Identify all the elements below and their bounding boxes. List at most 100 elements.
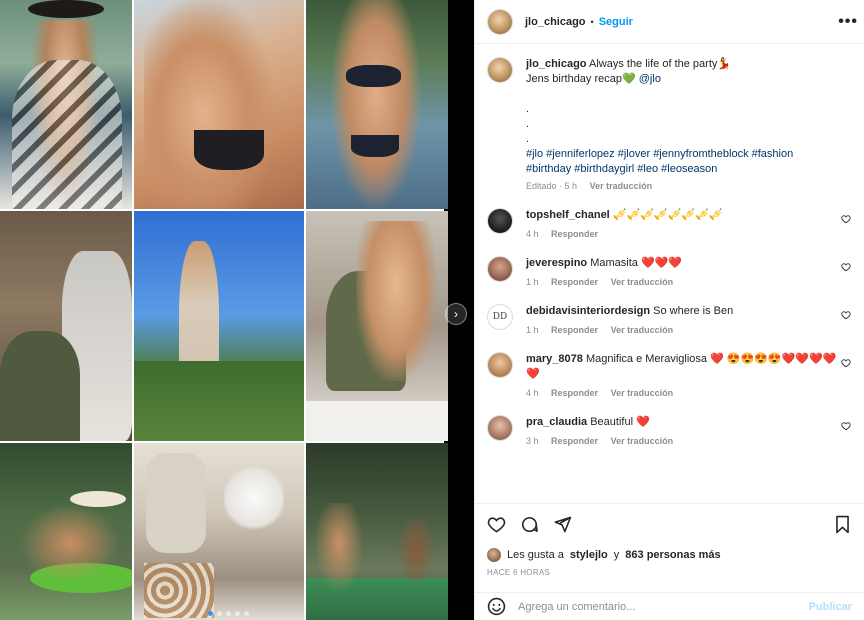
photo-7 <box>0 443 132 620</box>
comment-username[interactable]: mary_8078 <box>526 353 583 365</box>
caption-line2: Jens birthday recap💚 <box>526 73 636 85</box>
caption: jlo_chicago Always the life of the party… <box>487 57 852 191</box>
likes-summary: Les gusta a stylejlo y 863 personas más <box>487 548 721 562</box>
post-time-ago: HACE 6 HORAS <box>487 568 551 577</box>
translate-button[interactable]: Ver traducción <box>611 325 674 335</box>
commenter-avatar[interactable] <box>487 256 513 282</box>
comment: pra_claudia Beautiful ❤️ 3 h Responder V… <box>487 415 852 446</box>
share-icon[interactable] <box>553 515 572 534</box>
comment-body: pra_claudia Beautiful ❤️ <box>526 415 841 430</box>
comment-text: 🎺🎺🎺🎺🎺🎺🎺🎺 <box>612 209 723 221</box>
comment-username[interactable]: jeverespino <box>526 257 587 269</box>
liker-avatar[interactable] <box>487 548 501 562</box>
comments-list[interactable]: jlo_chicago Always the life of the party… <box>475 45 864 516</box>
photo-collage <box>0 0 448 620</box>
comment-time: 1 h <box>526 325 539 335</box>
caption-avatar[interactable] <box>487 57 513 83</box>
commenter-avatar[interactable]: DD <box>487 304 513 330</box>
photo-3 <box>306 0 448 209</box>
likes-connector: y <box>613 549 620 561</box>
chevron-right-icon: › <box>454 307 458 321</box>
comment-input[interactable] <box>518 600 809 613</box>
photo-5 <box>134 211 304 441</box>
translate-button[interactable]: Ver traducción <box>611 436 674 446</box>
photo-9 <box>306 443 448 620</box>
commenter-avatar[interactable] <box>487 352 513 378</box>
comment-time: 4 h <box>526 388 539 398</box>
carousel-indicator <box>208 611 249 616</box>
comment-meta: 1 h Responder Ver traducción <box>526 325 841 335</box>
reply-button[interactable]: Responder <box>551 229 598 239</box>
liker-username[interactable]: stylejlo <box>570 549 608 561</box>
hashtags-line[interactable]: #jlo #jenniferlopez #jlover #jennyfromth… <box>526 148 793 160</box>
caption-dot: . <box>526 103 530 115</box>
publish-button[interactable]: Publicar <box>809 601 852 613</box>
translate-button[interactable]: Ver traducción <box>611 277 674 287</box>
caption-username[interactable]: jlo_chicago <box>526 58 587 70</box>
post-actions <box>475 503 864 545</box>
hashtags-line[interactable]: #birthday #birthdaygirl #leo #leoseason <box>526 163 717 175</box>
translate-button[interactable]: Ver traducción <box>611 388 674 398</box>
comment: DD debidavisinteriordesign So where is B… <box>487 304 852 335</box>
caption-line1: Always the life of the party💃 <box>588 58 732 70</box>
likes-count[interactable]: 863 personas más <box>625 549 720 561</box>
reply-button[interactable]: Responder <box>551 325 598 335</box>
translate-button[interactable]: Ver traducción <box>590 181 653 191</box>
reply-button[interactable]: Responder <box>551 388 598 398</box>
like-heart-icon[interactable] <box>841 214 851 224</box>
comment-username[interactable]: topshelf_chanel <box>526 209 610 221</box>
caption-meta: Editado · 5 h Ver traducción <box>526 181 846 191</box>
comment-body: mary_8078 Magnifica e Meravigliosa ❤️ 😍😍… <box>526 352 841 382</box>
add-comment-bar: Publicar <box>475 592 864 620</box>
emoji-icon[interactable] <box>487 597 506 616</box>
reply-button[interactable]: Responder <box>551 436 598 446</box>
comment-meta: 1 h Responder Ver traducción <box>526 277 841 287</box>
photo-8 <box>134 443 304 620</box>
comment-meta: 4 h Responder <box>526 229 841 239</box>
comment-text: Mamasita ❤️❤️❤️ <box>590 257 683 269</box>
comment-body: topshelf_chanel 🎺🎺🎺🎺🎺🎺🎺🎺 <box>526 208 841 223</box>
comment: mary_8078 Magnifica e Meravigliosa ❤️ 😍😍… <box>487 352 852 398</box>
like-heart-icon[interactable] <box>841 358 851 368</box>
comment-text: So where is Ben <box>653 305 734 317</box>
post-media[interactable]: › <box>0 0 474 620</box>
commenter-avatar[interactable] <box>487 415 513 441</box>
carousel-dot <box>208 611 213 616</box>
carousel-dot <box>226 611 231 616</box>
comment-time: 3 h <box>526 436 539 446</box>
more-options-icon[interactable]: ••• <box>838 13 858 31</box>
comment-username[interactable]: debidavisinteriordesign <box>526 305 650 317</box>
like-heart-icon[interactable] <box>841 262 851 272</box>
heart-icon[interactable] <box>487 515 506 534</box>
author-avatar[interactable] <box>487 8 513 35</box>
author-username[interactable]: jlo_chicago <box>525 16 586 28</box>
avatar-monogram: DD <box>492 312 508 322</box>
like-heart-icon[interactable] <box>841 421 851 431</box>
comment: jeverespino Mamasita ❤️❤️❤️ 1 h Responde… <box>487 256 852 287</box>
reply-button[interactable]: Responder <box>551 277 598 287</box>
photo-6 <box>306 211 448 441</box>
commenter-avatar[interactable] <box>487 208 513 234</box>
follow-button[interactable]: Seguir <box>599 16 633 28</box>
photo-2 <box>134 0 304 209</box>
photo-1 <box>0 0 132 209</box>
like-heart-icon[interactable] <box>841 310 851 320</box>
carousel-dot <box>244 611 249 616</box>
mention-link[interactable]: @jlo <box>639 73 661 85</box>
next-slide-button[interactable]: › <box>445 303 467 325</box>
bookmark-icon[interactable] <box>833 515 852 534</box>
caption-dot: . <box>526 133 530 145</box>
likes-prefix: Les gusta a <box>507 549 564 561</box>
photo-4 <box>0 211 132 441</box>
comment-text: Beautiful ❤️ <box>590 416 650 428</box>
comment-body: jeverespino Mamasita ❤️❤️❤️ <box>526 256 841 271</box>
comment: topshelf_chanel 🎺🎺🎺🎺🎺🎺🎺🎺 4 h Responder <box>487 208 852 239</box>
caption-dot: . <box>526 118 530 130</box>
comment-icon[interactable] <box>520 515 539 534</box>
caption-text: jlo_chicago Always the life of the party… <box>526 57 846 177</box>
post-header: jlo_chicago • Seguir ••• <box>475 0 864 44</box>
edited-label: Editado · 5 h <box>526 181 578 191</box>
comment-username[interactable]: pra_claudia <box>526 416 587 428</box>
comment-time: 1 h <box>526 277 539 287</box>
comment-body: debidavisinteriordesign So where is Ben <box>526 304 841 319</box>
